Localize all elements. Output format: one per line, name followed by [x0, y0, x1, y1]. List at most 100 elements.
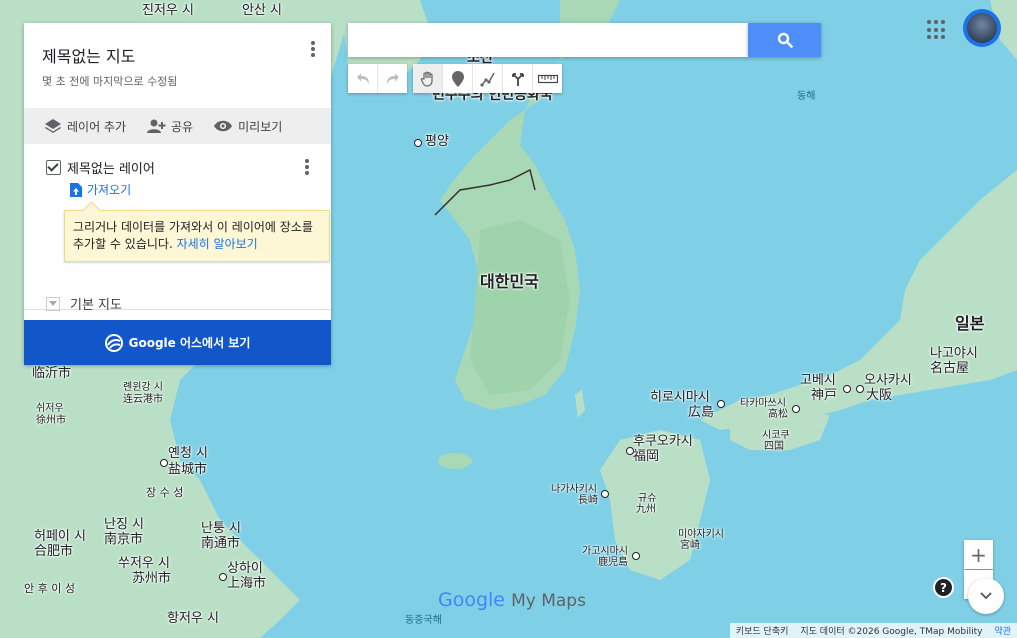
earth-label: Google 어스에서 보기 [128, 336, 251, 350]
layer-visibility-checkbox[interactable] [46, 160, 61, 175]
map-label-city: 미야자키시 [678, 529, 724, 540]
map-label-city: 福岡 [633, 449, 660, 464]
zoom-in-button[interactable]: + [964, 540, 993, 569]
ruler-icon [537, 74, 558, 83]
map-label-city: 広島 [688, 405, 715, 420]
layer-tip: 그리거나 데이터를 가져와서 이 레이어에 장소를 추가할 수 있습니다. 자세… [64, 210, 330, 262]
map-label-country: 대한민국 [480, 272, 539, 291]
map-label-region: 안 후 이 성 [24, 582, 75, 595]
preview-label: 미리보기 [238, 119, 283, 134]
redo-button[interactable] [378, 64, 407, 93]
map-dot [414, 139, 422, 147]
map-footer: 키보드 단축키 지도 데이터 ©2026 Google, TMap Mobili… [729, 623, 1017, 638]
learn-more-link[interactable]: 자세히 알아보기 [177, 237, 258, 251]
google-apps-icon[interactable] [926, 19, 948, 41]
keyboard-shortcuts-link[interactable]: 키보드 단축키 [730, 624, 795, 637]
map-label-city: 宮崎 [680, 540, 700, 551]
add-marker-tool[interactable] [443, 64, 473, 93]
search-input[interactable] [348, 23, 748, 57]
eye-icon [214, 120, 233, 132]
map-label-city: 후쿠오카시 [633, 434, 693, 449]
preview-button[interactable]: 미리보기 [213, 118, 282, 135]
map-dot [160, 459, 168, 467]
map-label-city: 南通市 [201, 536, 241, 551]
layer-section: 제목없는 레이어 가져오기 그리거나 데이터를 가져와서 이 레이어에 장소를 … [24, 144, 331, 310]
map-label-city: 평양 [425, 134, 449, 149]
earth-icon [104, 333, 123, 352]
map-dot [856, 385, 864, 393]
chevron-down-icon[interactable] [968, 578, 1004, 614]
map-label-city: 진저우 시 [142, 3, 194, 18]
undo-redo-group [348, 64, 407, 93]
import-label: 가져오기 [87, 183, 132, 197]
map-label-city: 히로시마시 [650, 390, 710, 405]
map-label-city: 高松 [768, 409, 788, 420]
view-in-earth-button[interactable]: Google 어스에서 보기 [24, 320, 331, 365]
add-layer-button[interactable]: 레이어 추가 [44, 118, 126, 135]
map-dot [717, 400, 725, 408]
share-button[interactable]: 공유 [146, 118, 193, 135]
map-label-city: 상하이 [227, 561, 263, 576]
map-data-attribution: 지도 데이터 ©2026 Google, TMap Mobility [800, 627, 983, 637]
map-label-city: 鹿児島 [598, 557, 628, 568]
map-panel: 제목없는 지도 몇 초 전에 마지막으로 수정됨 레이어 추가 공유 미리보기 … [24, 23, 331, 365]
map-label-city: 허페이 시 [34, 529, 86, 544]
map-label-city: 타카마쓰시 [740, 398, 786, 409]
undo-button[interactable] [348, 64, 378, 93]
avatar[interactable] [963, 9, 1001, 47]
jeju-land [438, 453, 472, 469]
directions-tool[interactable] [503, 64, 533, 93]
map-label-region: 시코쿠 [762, 430, 790, 441]
map-label-city: 고베시 [800, 373, 836, 388]
add-person-icon [147, 119, 166, 133]
base-map-row[interactable]: 기본 지도 [24, 287, 331, 320]
map-label-city: 나가사키시 [551, 484, 597, 495]
map-label-region: 四国 [764, 441, 784, 452]
map-label-city: 오사카시 [864, 373, 912, 388]
map-label-city: 안산 시 [242, 3, 283, 18]
map-label-city: 连云港市 [123, 394, 163, 405]
map-label-city: 上海市 [227, 576, 267, 591]
terms-link[interactable]: 약관 [988, 624, 1017, 637]
map-label-region: 九州 [636, 504, 656, 515]
map-dot [626, 447, 634, 455]
panel-toolbar: 레이어 추가 공유 미리보기 [24, 108, 331, 144]
map-label-city: 長崎 [578, 495, 598, 506]
base-map-label: 기본 지도 [70, 298, 122, 313]
google-logo-text: Google [438, 589, 506, 611]
map-options-kebab-icon[interactable] [307, 39, 319, 59]
map-label-city: 临沂市 [32, 366, 72, 381]
map-label-city: 大阪 [866, 388, 893, 403]
map-label-city: 合肥市 [34, 544, 74, 559]
hand-icon [420, 71, 433, 87]
map-title[interactable]: 제목없는 지도 [42, 43, 135, 67]
last-edited-text: 몇 초 전에 마지막으로 수정됨 [42, 75, 178, 88]
pan-tool[interactable] [413, 64, 443, 93]
expand-arrow-icon[interactable] [46, 296, 60, 311]
map-label-city: 南京市 [104, 532, 144, 547]
map-dot [632, 552, 640, 560]
layer-options-kebab-icon[interactable] [301, 157, 313, 177]
map-label-region: 장 수 성 [146, 486, 184, 499]
map-tools-group [413, 64, 562, 93]
import-link[interactable]: 가져오기 [70, 181, 131, 198]
map-dot [843, 385, 851, 393]
map-label-city: 쉬저우 [36, 403, 64, 414]
layer-name[interactable]: 제목없는 레이어 [67, 158, 155, 177]
map-label-city: 가고시마시 [582, 546, 628, 557]
marker-pin-icon [451, 70, 464, 87]
map-label-city: 쑤저우 시 [118, 556, 170, 571]
map-label-city: 徐州市 [36, 415, 66, 426]
measure-tool[interactable] [533, 64, 562, 93]
map-dot [601, 490, 609, 498]
help-icon[interactable]: ? [933, 577, 954, 598]
undo-icon [356, 73, 369, 84]
search-button[interactable] [748, 23, 821, 57]
map-label-city: 苏州市 [132, 571, 172, 586]
draw-line-icon [479, 72, 495, 87]
draw-line-tool[interactable] [473, 64, 503, 93]
map-label-region: 규슈 [638, 493, 657, 504]
map-label-city: 난징 시 [104, 517, 145, 532]
help-label: ? [940, 580, 947, 595]
map-label-city: 名古屋 [930, 361, 970, 376]
